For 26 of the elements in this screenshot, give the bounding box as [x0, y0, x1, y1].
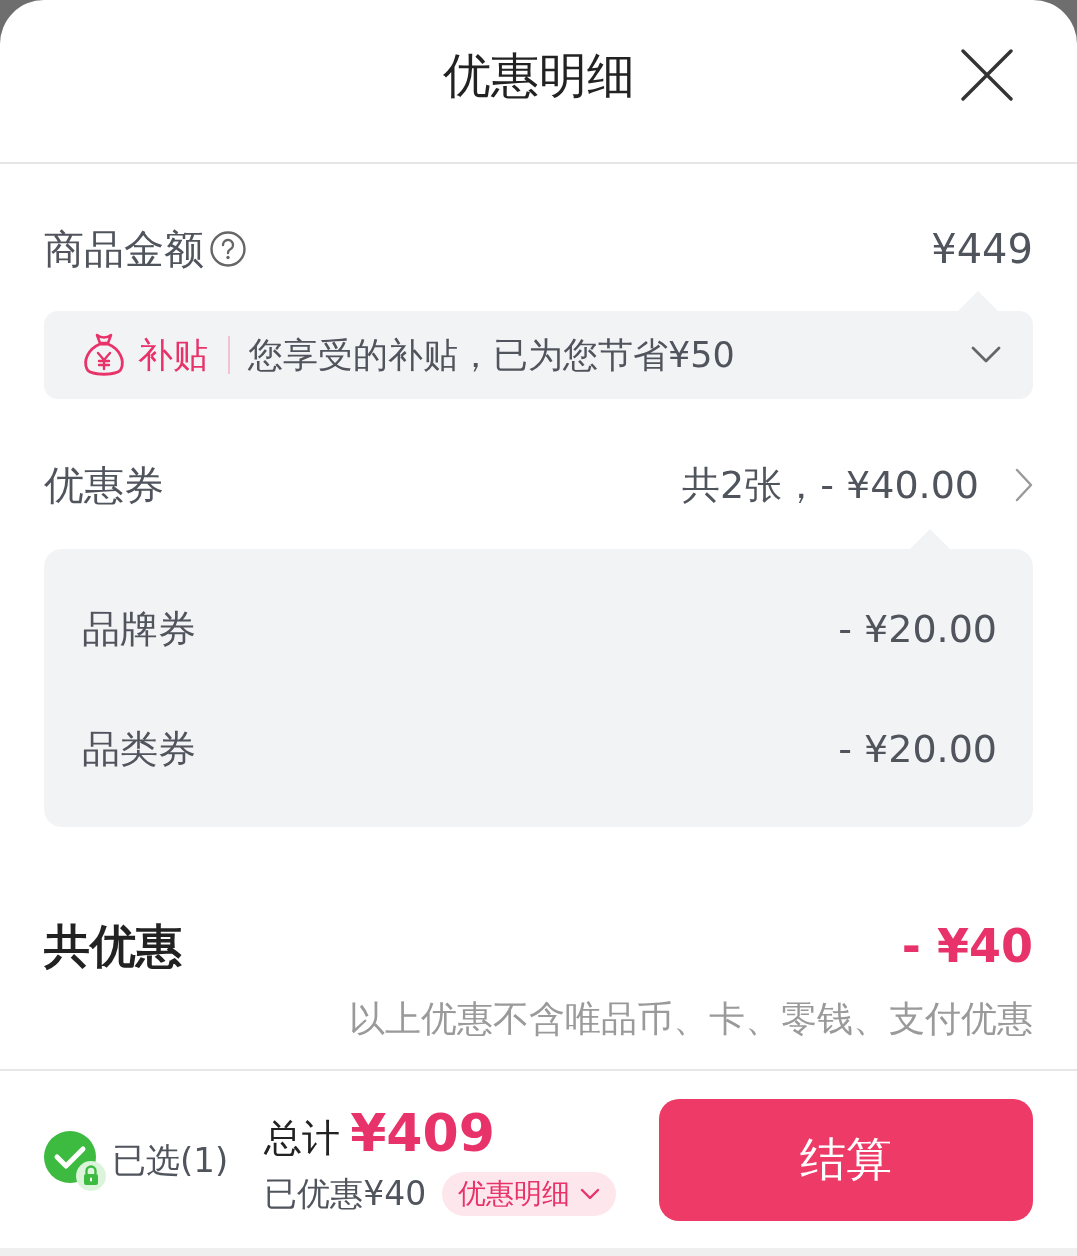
help-icon[interactable]: [210, 231, 246, 267]
coupon-amount: - ¥20.00: [838, 607, 997, 651]
total-amount: ¥409: [350, 1101, 495, 1164]
discount-details-button[interactable]: 优惠明细: [442, 1171, 617, 1216]
coupon-label: 优惠券: [44, 461, 164, 510]
chevron-down-icon: [580, 1187, 601, 1200]
subsidy-tag: 补贴: [138, 333, 208, 377]
goods-amount-value: ¥449: [931, 225, 1033, 274]
coupon-name: 品类券: [82, 725, 196, 773]
total-discount-label: 共优惠: [44, 918, 182, 975]
sheet-title: 优惠明细: [442, 46, 635, 105]
discount-note: 以上优惠不含唯品币、卡、零钱、支付优惠: [349, 997, 1033, 1041]
close-icon[interactable]: [961, 49, 1013, 101]
lock-icon: [76, 1160, 106, 1191]
chevron-right-icon[interactable]: [1015, 468, 1033, 502]
total-label: 总计: [264, 1114, 341, 1162]
coupon-summary: 共2张，- ¥40.00: [682, 462, 979, 509]
coupon-amount: - ¥20.00: [838, 727, 997, 771]
chevron-down-icon[interactable]: [971, 346, 1001, 364]
total-discount-value: - ¥40: [901, 918, 1033, 975]
subsidy-text: 您享受的补贴，已为您节省¥50: [248, 334, 736, 377]
coupon-name: 品牌券: [82, 605, 196, 653]
saved-amount: 已优惠¥40: [264, 1172, 427, 1215]
selected-count-label: 已选(1): [112, 1138, 229, 1182]
checkout-button[interactable]: 结算: [659, 1098, 1033, 1221]
goods-amount-label: 商品金额: [44, 225, 204, 274]
